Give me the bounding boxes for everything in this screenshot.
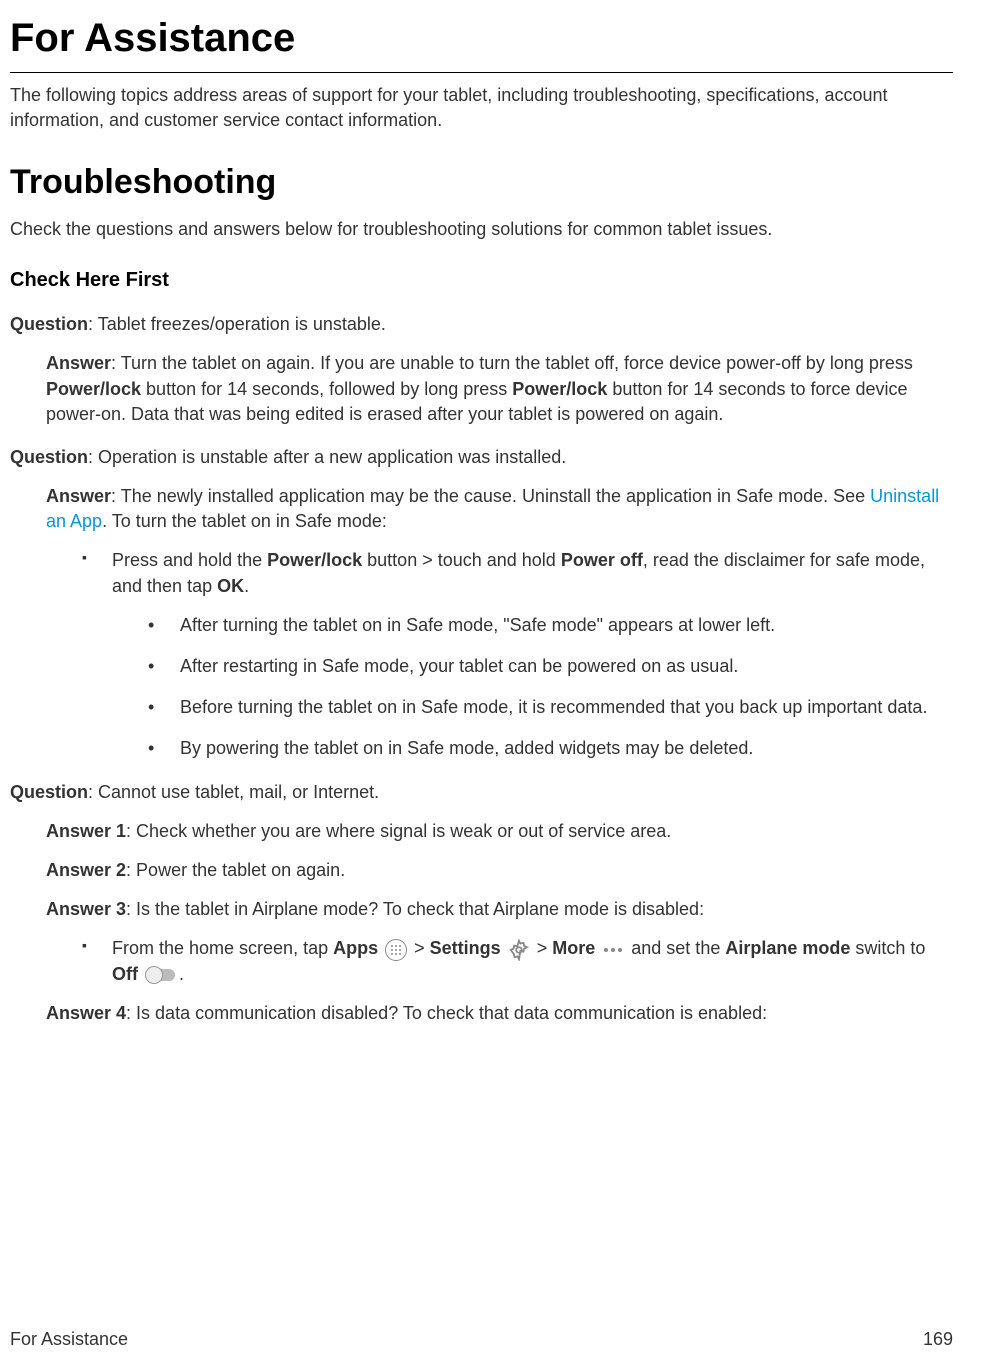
text-part: . <box>244 576 249 596</box>
bold-text: Power off <box>561 550 643 570</box>
section-troubleshooting-title: Troubleshooting <box>10 159 953 207</box>
answer-label: Answer 4 <box>46 1003 126 1023</box>
apps-icon <box>385 939 407 961</box>
answer-text: : Is data communication disabled? To che… <box>126 1003 767 1023</box>
bold-text: More <box>552 938 595 958</box>
answer-3-3: Answer 3: Is the tablet in Airplane mode… <box>46 897 953 922</box>
answer-text-part: : Turn the tablet on again. If you are u… <box>111 353 913 373</box>
more-icon <box>602 945 624 955</box>
list-item: By powering the tablet on in Safe mode, … <box>148 736 953 761</box>
text-part: button > touch and hold <box>362 550 561 570</box>
list-item: From the home screen, tap Apps > Setting… <box>82 936 953 986</box>
bold-text: Off <box>112 964 138 984</box>
answer-text: : Is the tablet in Airplane mode? To che… <box>126 899 704 919</box>
question-label: Question <box>10 447 88 467</box>
list-item: After restarting in Safe mode, your tabl… <box>148 654 953 679</box>
answer-label: Answer 1 <box>46 821 126 841</box>
answer-3-2: Answer 2: Power the tablet on again. <box>46 858 953 883</box>
page-title: For Assistance <box>10 10 953 73</box>
answer-1: Answer: Turn the tablet on again. If you… <box>46 351 953 427</box>
list-item: Press and hold the Power/lock button > t… <box>82 548 953 761</box>
text-part: > <box>537 938 553 958</box>
intro-text: The following topics address areas of su… <box>10 83 953 133</box>
answer-text-part: . To turn the tablet on in Safe mode: <box>102 511 387 531</box>
answer-3-1: Answer 1: Check whether you are where si… <box>46 819 953 844</box>
safe-mode-notes-list: After turning the tablet on in Safe mode… <box>148 613 953 762</box>
text-part: From the home screen, tap <box>112 938 333 958</box>
answer-label: Answer 2 <box>46 860 126 880</box>
bold-text: Power/lock <box>267 550 362 570</box>
question-label: Question <box>10 782 88 802</box>
answer-text: : Check whether you are where signal is … <box>126 821 671 841</box>
footer-page-number: 169 <box>923 1327 953 1352</box>
bold-text: Apps <box>333 938 378 958</box>
answer-3-4: Answer 4: Is data communication disabled… <box>46 1001 953 1026</box>
answer-label: Answer <box>46 486 111 506</box>
list-item: Before turning the tablet on in Safe mod… <box>148 695 953 720</box>
answer-2: Answer: The newly installed application … <box>46 484 953 534</box>
check-here-first-heading: Check Here First <box>10 266 953 294</box>
page-footer: For Assistance 169 <box>10 1327 953 1352</box>
airplane-mode-steps-list: From the home screen, tap Apps > Setting… <box>82 936 953 986</box>
answer-label: Answer 3 <box>46 899 126 919</box>
answer-text-part: button for 14 seconds, followed by long … <box>141 379 512 399</box>
settings-icon <box>508 939 530 961</box>
answer-text: : Power the tablet on again. <box>126 860 345 880</box>
question-text: : Tablet freezes/operation is unstable. <box>88 314 386 334</box>
troubleshooting-intro: Check the questions and answers below fo… <box>10 217 953 242</box>
answer-text-part: : The newly installed application may be… <box>111 486 870 506</box>
question-text: : Operation is unstable after a new appl… <box>88 447 566 467</box>
question-label: Question <box>10 314 88 334</box>
text-part: and set the <box>631 938 725 958</box>
bold-text: Power/lock <box>512 379 607 399</box>
text-part: > <box>414 938 430 958</box>
question-text: : Cannot use tablet, mail, or Internet. <box>88 782 379 802</box>
list-item: After turning the tablet on in Safe mode… <box>148 613 953 638</box>
bold-text: Power/lock <box>46 379 141 399</box>
bold-text: OK <box>217 576 244 596</box>
safe-mode-steps-list: Press and hold the Power/lock button > t… <box>82 548 953 761</box>
bold-text: Airplane mode <box>725 938 850 958</box>
text-part: . <box>179 964 184 984</box>
question-2: Question: Operation is unstable after a … <box>10 445 953 470</box>
question-3: Question: Cannot use tablet, mail, or In… <box>10 780 953 805</box>
text-part: Press and hold the <box>112 550 267 570</box>
bold-text: Settings <box>430 938 501 958</box>
footer-section-title: For Assistance <box>10 1327 128 1352</box>
toggle-off-icon <box>145 966 177 984</box>
text-part: switch to <box>850 938 925 958</box>
question-1: Question: Tablet freezes/operation is un… <box>10 312 953 337</box>
answer-label: Answer <box>46 353 111 373</box>
